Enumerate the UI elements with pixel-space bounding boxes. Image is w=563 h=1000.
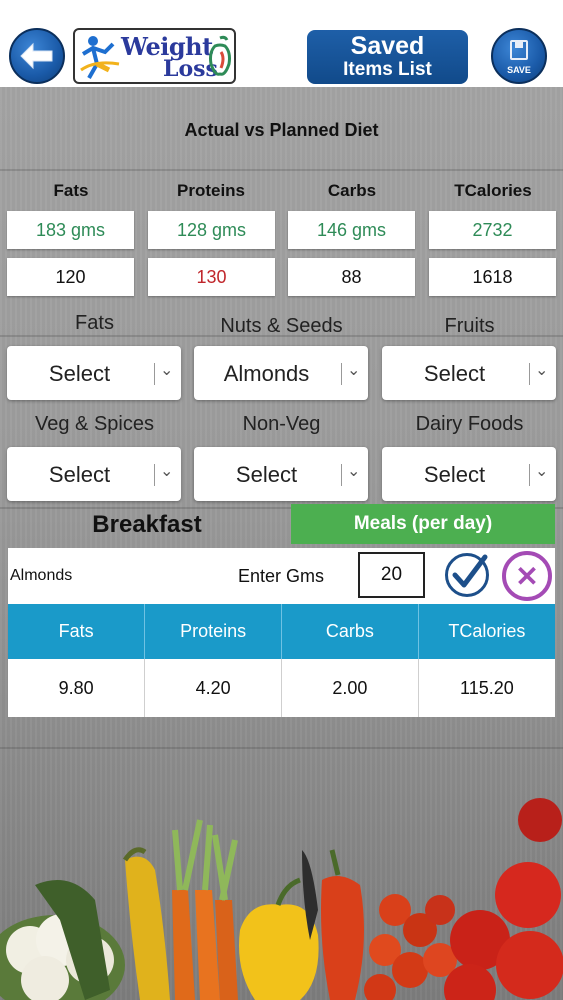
fruits-select[interactable]: Select ⌄ bbox=[382, 346, 556, 400]
confirm-button[interactable] bbox=[445, 553, 489, 597]
vegetables-illustration bbox=[0, 798, 563, 1000]
save-button-label: SAVE bbox=[507, 65, 531, 75]
category-label-dairy-foods: Dairy Foods bbox=[415, 413, 524, 435]
close-icon: ✕ bbox=[515, 560, 539, 592]
result-carbs-value: 2.00 bbox=[281, 659, 419, 717]
squash-icon bbox=[122, 847, 170, 1000]
result-tcalories-value: 115.20 bbox=[418, 659, 555, 717]
actual-proteins-value: 128 gms bbox=[148, 211, 275, 249]
result-header-fats: Fats bbox=[8, 604, 146, 659]
grams-label: Enter Gms bbox=[238, 566, 325, 586]
saved-button-line1: Saved bbox=[350, 32, 425, 60]
floppy-disk-icon bbox=[510, 40, 528, 60]
nuts-seeds-select[interactable]: Almonds ⌄ bbox=[194, 346, 368, 400]
summary-header-tcalories: TCalories bbox=[454, 181, 532, 200]
back-button[interactable] bbox=[9, 28, 65, 84]
result-fats-value: 9.80 bbox=[8, 659, 146, 717]
tomato-icon bbox=[444, 798, 563, 1000]
nutrition-result-table: Fats Proteins Carbs TCalories 9.80 4.20 … bbox=[8, 604, 555, 717]
select-separator bbox=[529, 363, 530, 385]
chevron-down-icon: ⌄ bbox=[160, 463, 174, 480]
non-veg-select-value: Select bbox=[235, 462, 298, 487]
select-separator bbox=[154, 464, 155, 486]
dairy-foods-select-value: Select bbox=[423, 462, 486, 487]
veg-spices-select-value: Select bbox=[48, 462, 111, 487]
actual-fats-value: 183 gms bbox=[7, 211, 134, 249]
category-label-veg-spices: Veg & Spices bbox=[35, 413, 154, 435]
select-separator bbox=[341, 464, 342, 486]
fruits-select-value: Select bbox=[423, 361, 486, 386]
nuts-seeds-select-value: Almonds bbox=[223, 361, 310, 386]
category-label-nuts-seeds: Nuts & Seeds bbox=[220, 315, 343, 337]
select-separator bbox=[154, 363, 155, 385]
app-logo: Weight Loss bbox=[73, 28, 236, 84]
carrot-icon bbox=[172, 819, 238, 1000]
runner-logo-icon bbox=[80, 36, 120, 79]
planned-proteins-value: 130 bbox=[148, 258, 275, 296]
result-proteins-value: 4.20 bbox=[144, 659, 282, 717]
planned-fats-value: 120 bbox=[7, 258, 134, 296]
planned-tcalories-value: 1618 bbox=[429, 258, 556, 296]
save-button[interactable]: SAVE bbox=[491, 28, 547, 84]
chevron-down-icon: ⌄ bbox=[535, 463, 549, 480]
chevron-down-icon: ⌄ bbox=[347, 463, 361, 480]
result-header-proteins: Proteins bbox=[144, 604, 282, 659]
result-header-carbs: Carbs bbox=[281, 604, 419, 659]
summary-header-carbs: Carbs bbox=[327, 181, 377, 200]
selected-food-name: Almonds bbox=[10, 567, 73, 584]
summary-header-fats: Fats bbox=[53, 181, 89, 200]
select-separator bbox=[341, 363, 342, 385]
chevron-down-icon: ⌄ bbox=[347, 362, 361, 379]
back-arrow-icon bbox=[20, 42, 53, 70]
category-label-non-veg: Non-Veg bbox=[242, 413, 321, 435]
checkmark-icon bbox=[452, 554, 488, 588]
cherry-tomatoes-icon bbox=[364, 894, 457, 1000]
table-row: 9.80 4.20 2.00 115.20 bbox=[8, 659, 555, 717]
veg-spices-select[interactable]: Select ⌄ bbox=[7, 447, 181, 501]
apple-logo-icon bbox=[209, 35, 231, 76]
grams-input[interactable] bbox=[358, 552, 425, 598]
category-label-fats: Fats bbox=[75, 312, 114, 334]
result-header-tcalories: TCalories bbox=[418, 604, 555, 659]
planned-carbs-value: 88 bbox=[288, 258, 415, 296]
meal-name: Breakfast bbox=[92, 511, 202, 538]
chevron-down-icon: ⌄ bbox=[535, 362, 549, 379]
saved-button-line2: Items List bbox=[343, 59, 432, 80]
summary-header-proteins: Proteins bbox=[176, 181, 246, 200]
top-bar: Weight Loss Saved Items List SAVE bbox=[0, 0, 563, 87]
actual-carbs-value: 146 gms bbox=[288, 211, 415, 249]
chevron-down-icon: ⌄ bbox=[160, 362, 174, 379]
food-entry-row: Almonds Enter Gms ✕ bbox=[8, 548, 555, 604]
fats-select[interactable]: Select ⌄ bbox=[7, 346, 181, 400]
category-label-fruits: Fruits bbox=[444, 315, 495, 337]
cancel-button[interactable]: ✕ bbox=[502, 551, 552, 601]
summary-title: Actual vs Planned Diet bbox=[184, 120, 379, 140]
dairy-foods-select[interactable]: Select ⌄ bbox=[382, 447, 556, 501]
table-header-row: Fats Proteins Carbs TCalories bbox=[8, 604, 555, 659]
fats-select-value: Select bbox=[48, 361, 111, 386]
non-veg-select[interactable]: Select ⌄ bbox=[194, 447, 368, 501]
select-separator bbox=[529, 464, 530, 486]
meals-per-day-button[interactable]: Meals (per day) bbox=[291, 504, 555, 544]
actual-tcalories-value: 2732 bbox=[429, 211, 556, 249]
saved-items-list-button[interactable]: Saved Items List bbox=[307, 30, 468, 84]
